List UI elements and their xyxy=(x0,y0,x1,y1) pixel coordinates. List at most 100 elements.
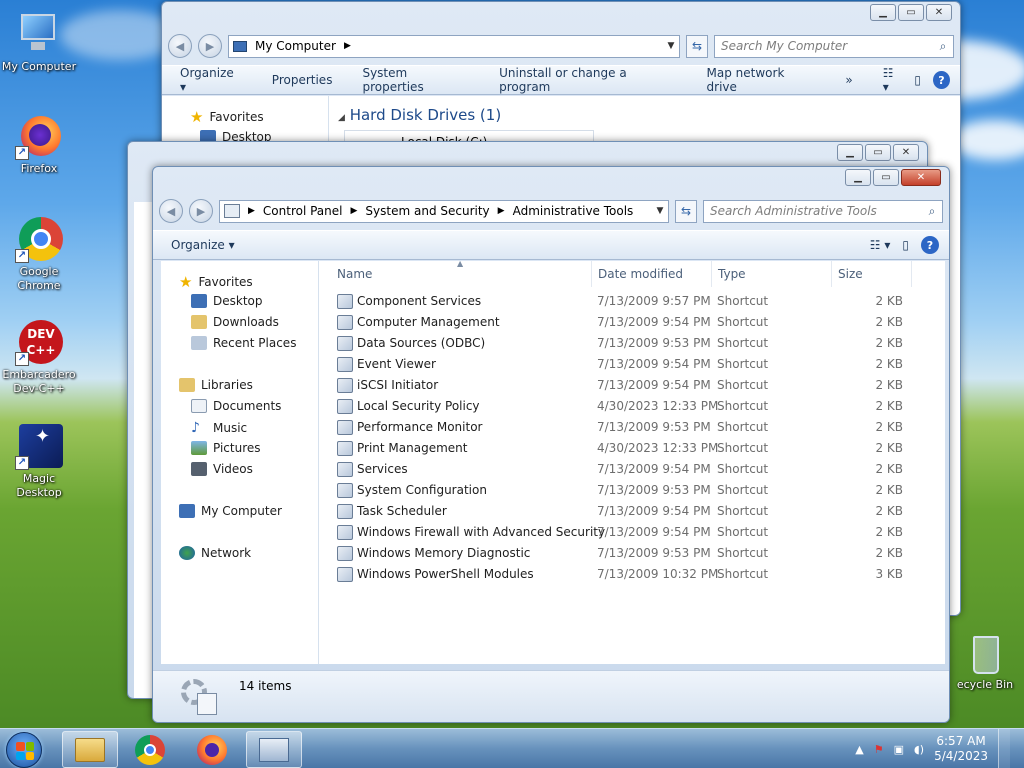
file-row[interactable]: System Configuration 7/13/2009 9:53 PM Sho… xyxy=(319,480,945,501)
action-center-icon[interactable]: ⚑ xyxy=(874,743,884,756)
volume-icon[interactable]: ◖) xyxy=(914,743,924,756)
column-header-type[interactable]: Type xyxy=(712,261,832,287)
search-icon[interactable]: ⌕ xyxy=(933,39,953,54)
file-date: 7/13/2009 10:32 PM xyxy=(597,567,719,581)
minimize-button[interactable]: ▁ xyxy=(845,169,871,186)
search-input[interactable]: Search Administrative Tools ⌕ xyxy=(703,199,943,223)
chevron-right-icon: ▶ xyxy=(343,41,351,51)
help-icon[interactable]: ? xyxy=(932,71,950,89)
column-header-date[interactable]: Date modified xyxy=(592,261,712,287)
file-row[interactable]: Task Scheduler 7/13/2009 9:54 PM Shortcut 2… xyxy=(319,501,945,522)
nav-pictures[interactable]: Pictures xyxy=(191,441,261,455)
file-row[interactable]: Print Management 4/30/2023 12:33 PM Shortc… xyxy=(319,438,945,459)
forward-button[interactable]: ▶ xyxy=(198,34,222,58)
file-row[interactable]: iSCSI Initiator 7/13/2009 9:54 PM Shortcut… xyxy=(319,375,945,396)
nav-recent-places[interactable]: Recent Places xyxy=(191,336,296,350)
desktop-icon-firefox[interactable]: ↗ Firefox xyxy=(0,112,78,176)
nav-favorites[interactable]: ★ Favorites xyxy=(190,108,264,126)
computer-icon xyxy=(233,40,247,52)
desktop-icon-magic-desktop[interactable]: ✦ ↗ Magic Desktop xyxy=(0,422,78,500)
organize-button[interactable]: Organize ▾ xyxy=(171,238,235,252)
desktop-icon-devcpp[interactable]: DEV C++ ↗ Embarcadero Dev-C++ xyxy=(0,318,78,396)
file-date: 7/13/2009 9:54 PM xyxy=(597,357,711,371)
breadcrumb-my-computer[interactable]: My Computer xyxy=(255,39,336,53)
taskbar-explorer[interactable] xyxy=(62,731,118,768)
file-size: 2 KB xyxy=(875,483,903,497)
show-desktop-button[interactable] xyxy=(998,729,1010,768)
back-button[interactable]: ◀ xyxy=(168,34,192,58)
nav-music[interactable]: ♪ Music xyxy=(191,420,247,436)
close-button[interactable]: ✕ xyxy=(893,144,919,161)
item-count: 14 items xyxy=(239,679,292,693)
close-button[interactable]: ✕ xyxy=(901,169,941,186)
file-row[interactable]: Component Services 7/13/2009 9:57 PM Short… xyxy=(319,291,945,312)
map-network-drive-button[interactable]: Map network drive xyxy=(707,66,816,94)
file-size: 2 KB xyxy=(875,504,903,518)
administrative-tools-window[interactable]: ▁ ▭ ✕ ◀ ▶ ▶ Control Panel ▶ System and S… xyxy=(152,166,950,723)
address-bar[interactable]: ▶ Control Panel ▶ System and Security ▶ … xyxy=(219,199,669,223)
file-row[interactable]: Data Sources (ODBC) 7/13/2009 9:53 PM Shor… xyxy=(319,333,945,354)
minimize-button[interactable]: ▁ xyxy=(837,144,863,161)
forward-button[interactable]: ▶ xyxy=(189,199,213,223)
nav-my-computer[interactable]: My Computer xyxy=(179,504,282,518)
more-commands-button[interactable]: » xyxy=(845,73,852,87)
file-row[interactable]: Windows Memory Diagnostic 7/13/2009 9:53 … xyxy=(319,543,945,564)
organize-button[interactable]: Organize ▾ xyxy=(180,66,242,94)
file-row[interactable]: Computer Management 7/13/2009 9:54 PM Shor… xyxy=(319,312,945,333)
file-row[interactable]: Services 7/13/2009 9:54 PM Shortcut 2 KB xyxy=(319,459,945,480)
search-input[interactable]: Search My Computer ⌕ xyxy=(714,34,954,58)
file-size: 3 KB xyxy=(875,567,903,581)
view-options-icon[interactable]: ☷ ▾ xyxy=(870,238,891,252)
file-type: Shortcut xyxy=(717,441,769,455)
properties-button[interactable]: Properties xyxy=(272,73,333,87)
address-bar[interactable]: My Computer ▶ ▼ xyxy=(228,34,680,58)
file-row[interactable]: Performance Monitor 7/13/2009 9:53 PM Shor… xyxy=(319,417,945,438)
taskbar-firefox[interactable] xyxy=(184,731,240,768)
preview-pane-icon[interactable]: ▯ xyxy=(914,73,921,87)
system-properties-button[interactable]: System properties xyxy=(362,66,469,94)
chevron-down-icon[interactable]: ▼ xyxy=(663,41,679,51)
column-header-size[interactable]: Size xyxy=(832,261,912,287)
start-button[interactable] xyxy=(6,732,42,768)
clock[interactable]: 6:57 AM 5/4/2023 xyxy=(934,734,988,764)
taskbar-control-panel[interactable] xyxy=(246,731,302,768)
maximize-button[interactable]: ▭ xyxy=(898,4,924,21)
command-bar: Organize ▾ Properties System properties … xyxy=(162,65,960,95)
breadcrumb-system-security[interactable]: System and Security xyxy=(365,204,489,218)
preview-pane-icon[interactable]: ▯ xyxy=(902,238,909,252)
column-header-name[interactable]: Name ▲ xyxy=(319,259,592,287)
uninstall-program-button[interactable]: Uninstall or change a program xyxy=(499,66,676,94)
breadcrumb-administrative-tools[interactable]: Administrative Tools xyxy=(513,204,634,218)
nav-videos[interactable]: Videos xyxy=(191,462,253,476)
file-row[interactable]: Local Security Policy 4/30/2023 12:33 PM S… xyxy=(319,396,945,417)
minimize-button[interactable]: ▁ xyxy=(870,4,896,21)
desktop-icon-chrome[interactable]: ↗ Google Chrome xyxy=(0,215,78,293)
search-icon[interactable]: ⌕ xyxy=(922,204,942,219)
refresh-button[interactable]: ⇆ xyxy=(675,199,697,223)
file-row[interactable]: Windows PowerShell Modules 7/13/2009 10:3… xyxy=(319,564,945,585)
nav-desktop[interactable]: Desktop xyxy=(191,294,263,308)
chevron-down-icon[interactable]: ▼ xyxy=(652,206,668,216)
close-button[interactable]: ✕ xyxy=(926,4,952,21)
taskbar-chrome[interactable] xyxy=(122,731,178,768)
maximize-button[interactable]: ▭ xyxy=(865,144,891,161)
help-icon[interactable]: ? xyxy=(921,236,939,254)
show-hidden-icons-button[interactable]: ▲ xyxy=(855,743,863,756)
nav-documents[interactable]: Documents xyxy=(191,399,281,413)
nav-favorites[interactable]: ★ Favorites xyxy=(179,273,253,291)
nav-libraries[interactable]: Libraries xyxy=(179,378,253,392)
section-hard-disk-drives[interactable]: ◢ Hard Disk Drives (1) xyxy=(338,106,501,124)
desktop-icon-recycle-bin[interactable]: ecycle Bin xyxy=(946,632,1024,692)
nav-downloads[interactable]: Downloads xyxy=(191,315,279,329)
nav-network[interactable]: Network xyxy=(179,546,251,560)
network-icon[interactable]: ▣ xyxy=(894,743,904,756)
file-row[interactable]: Event Viewer 7/13/2009 9:54 PM Shortcut 2 K… xyxy=(319,354,945,375)
maximize-button[interactable]: ▭ xyxy=(873,169,899,186)
refresh-button[interactable]: ⇆ xyxy=(686,34,708,58)
file-size: 2 KB xyxy=(875,462,903,476)
breadcrumb-control-panel[interactable]: Control Panel xyxy=(263,204,343,218)
view-options-icon[interactable]: ☷ ▾ xyxy=(883,66,903,94)
file-row[interactable]: Windows Firewall with Advanced Security 7… xyxy=(319,522,945,543)
back-button[interactable]: ◀ xyxy=(159,199,183,223)
desktop-icon-my-computer[interactable]: My Computer xyxy=(0,10,78,74)
